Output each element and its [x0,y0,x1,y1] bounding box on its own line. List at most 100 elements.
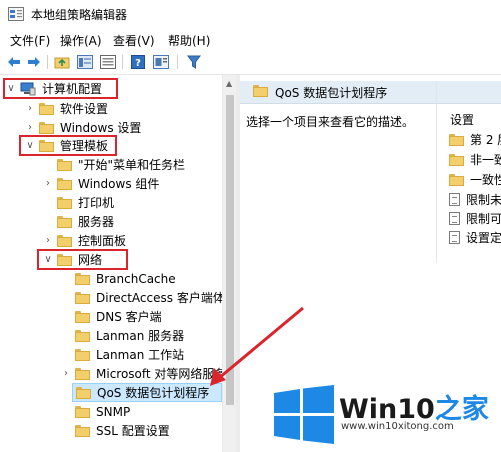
tree-label: "开始"菜单和任务栏 [78,158,186,172]
tree-item-directaccess[interactable]: DirectAccess 客户端体验 [60,288,222,307]
policy-setting-icon [449,231,460,244]
menu-file[interactable]: 文件(F) [10,32,50,49]
setting-label: 设置定 [466,231,501,245]
setting-label: 第 2 层 [470,133,501,147]
menu-action[interactable]: 操作(A) [60,32,102,49]
tree-item-ssl-config[interactable]: SSL 配置设置 [60,421,170,440]
export-list-icon[interactable] [100,54,116,70]
folder-icon [75,291,90,304]
filter-icon[interactable] [186,54,202,70]
tree-scrollbar[interactable]: ▲ [222,75,237,452]
tree-label: DirectAccess 客户端体验 [96,291,222,305]
menu-bar: 文件(F) 操作(A) 查看(V) 帮助(H) [0,28,501,50]
toolbar-separator [177,55,178,69]
folder-icon [57,234,72,247]
forward-icon[interactable] [26,54,42,70]
policy-setting-icon [449,212,460,225]
folder-icon [449,133,464,146]
tree-item-control-panel[interactable]: › 控制面板 [42,231,126,250]
tree-item-start-menu[interactable]: "开始"菜单和任务栏 [42,155,185,174]
tree-label: Lanman 工作站 [96,348,185,362]
tree-label: Lanman 服务器 [96,329,185,343]
folder-icon [449,173,464,186]
setting-label: 一致性 [470,173,501,187]
folder-icon [76,386,91,399]
tree-item-server[interactable]: 服务器 [42,212,114,231]
expand-icon[interactable]: › [42,235,54,246]
tree-item-lanman-workstation[interactable]: Lanman 工作站 [60,345,184,364]
setting-label: 限制可 [466,212,501,226]
setting-item[interactable]: 一致性 [446,170,501,189]
folder-icon [57,215,72,228]
folder-icon [75,272,90,285]
folder-icon [57,177,72,190]
back-icon[interactable] [6,54,22,70]
svg-text:?: ? [135,58,141,69]
tree-item-snmp[interactable]: SNMP [60,402,130,421]
folder-icon [449,153,464,166]
column-divider [436,83,437,263]
setting-item[interactable]: 限制未 [446,190,501,209]
toolbar-separator [122,55,123,69]
show-hide-tree-icon[interactable] [77,54,93,70]
tree-item-lanman-server[interactable]: Lanman 服务器 [60,326,184,345]
details-header: QoS 数据包计划程序 [240,81,501,104]
tree-label: SNMP [96,404,131,419]
tree-label: Microsoft 对等网络服务 [96,367,222,381]
folder-icon [57,196,72,209]
expand-icon[interactable]: › [24,122,36,133]
watermark-url: www.win10xitong.com [341,421,454,432]
setting-item[interactable]: 限制可 [446,209,501,228]
tree-label: QoS 数据包计划程序 [97,386,210,400]
tree-label: Windows 设置 [60,121,142,135]
folder-icon [75,329,90,342]
folder-icon [75,367,90,380]
folder-icon [75,424,90,437]
title-bar: 本地组策略编辑器 [0,0,501,28]
tree-item-printers[interactable]: 打印机 [42,193,114,212]
menu-view[interactable]: 查看(V) [113,32,155,49]
folder-icon [75,405,90,418]
group-policy-app-icon [8,7,24,21]
tree-item-qos-selected[interactable]: QoS 数据包计划程序 [72,383,222,402]
expand-icon[interactable]: › [60,368,72,379]
tree-item-peer-network[interactable]: › Microsoft 对等网络服务 [60,364,222,383]
tree-label: SSL 配置设置 [96,424,170,438]
annotation-box-admin-templates [19,135,117,156]
tree-item-dns-client[interactable]: DNS 客户端 [60,307,162,326]
menu-help[interactable]: 帮助(H) [168,32,210,49]
folder-icon [39,102,54,115]
properties-icon[interactable] [153,54,169,70]
scroll-up-icon[interactable]: ▲ [226,79,232,88]
folder-icon [57,158,72,171]
setting-label: 限制未 [466,193,501,207]
expand-icon[interactable]: › [42,178,54,189]
setting-label: 非一致 [470,153,501,167]
setting-item[interactable]: 第 2 层 [446,130,501,149]
annotation-box-network [37,249,128,270]
setting-item[interactable]: 非一致 [446,150,501,169]
description-text: 选择一个项目来查看它的描述。 [246,115,415,129]
folder-icon [75,310,90,323]
tree-label: 控制面板 [78,234,127,248]
expand-icon[interactable]: › [24,103,36,114]
details-title: QoS 数据包计划程序 [275,86,388,100]
settings-column-header[interactable]: 设置 [450,111,474,128]
tree-label: 打印机 [78,196,115,210]
tree-item-software-settings[interactable]: › 软件设置 [24,99,108,118]
folder-icon [39,121,54,134]
tree-label: DNS 客户端 [96,310,162,324]
tree-item-branchcache[interactable]: BranchCache [60,269,176,288]
toolbar-separator [47,55,48,69]
up-folder-icon[interactable] [54,54,70,70]
toolbar: ? [0,50,501,75]
scrollbar-thumb[interactable] [226,95,234,405]
folder-icon [253,85,268,97]
window-title: 本地组策略编辑器 [31,8,128,22]
setting-item[interactable]: 设置定 [446,228,501,247]
tree-label: 服务器 [78,215,115,229]
tree-item-windows-components[interactable]: › Windows 组件 [42,174,159,193]
tree-label: BranchCache [96,271,176,286]
tree-label: Windows 组件 [78,177,160,191]
help-icon[interactable]: ? [130,54,146,70]
